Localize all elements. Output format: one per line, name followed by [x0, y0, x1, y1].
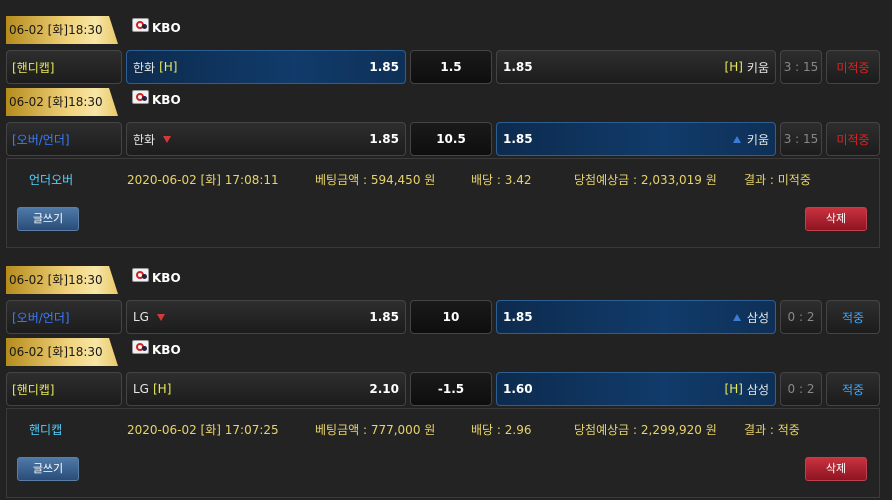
- summary-amount: 베팅금액 : 594,450 원: [315, 173, 436, 187]
- match-date: 06-02 [화]18:30: [6, 16, 118, 44]
- league-name: KBO: [152, 343, 181, 357]
- home-team-name: 한화: [133, 60, 156, 75]
- home-handicap-tag: [H]: [152, 382, 172, 396]
- result-badge: 적중: [826, 372, 880, 406]
- summary-expected: 당첨예상금 : 2,033,019 원: [574, 173, 717, 187]
- home-odds: 1.85: [369, 60, 399, 74]
- away-team: [H] 삼성: [725, 381, 769, 398]
- total-line: 10.5: [410, 122, 492, 156]
- bet-row: [오버/언더] LG 1.85 10 1.85 삼성 0 : 2 적중: [0, 300, 892, 334]
- league-label: KBO: [132, 340, 181, 358]
- summary-rate: 배당 : 3.42: [471, 173, 532, 187]
- away-odds: 1.85: [503, 310, 533, 324]
- away-odds: 1.60: [503, 382, 533, 396]
- league-label: KBO: [132, 18, 181, 36]
- home-team: 한화: [133, 131, 172, 148]
- away-selection[interactable]: 1.60 [H] 삼성: [496, 372, 776, 406]
- summary-rate: 배당 : 2.96: [471, 423, 532, 437]
- summary-bet-type: 핸디캡: [29, 423, 63, 437]
- result-badge: 미적중: [826, 122, 880, 156]
- delete-button[interactable]: 삭제: [805, 457, 867, 481]
- away-selection[interactable]: 1.85 키움: [496, 122, 776, 156]
- away-team: [H] 키움: [725, 59, 769, 76]
- bet-type: [오버/언더]: [6, 122, 122, 156]
- away-handicap-tag: [H]: [724, 382, 743, 396]
- home-team-name: LG: [133, 310, 149, 324]
- final-score: 3 : 15: [780, 122, 822, 156]
- home-selection[interactable]: LG [H] 2.10: [126, 372, 406, 406]
- home-team-name: 한화: [133, 132, 156, 147]
- home-team: 한화 [H]: [133, 59, 177, 76]
- bet-type: [핸디캡]: [6, 50, 122, 84]
- away-team: 삼성: [732, 309, 769, 326]
- arrow-down-icon: [156, 313, 165, 321]
- summary-result: 결과 : 적중: [744, 423, 800, 437]
- arrow-up-icon: [732, 313, 741, 321]
- summary-line: 핸디캡 2020-06-02 [화] 17:07:25 베팅금액 : 777,0…: [7, 421, 879, 437]
- kbo-league-icon: [132, 268, 149, 282]
- match-date: 06-02 [화]18:30: [6, 266, 118, 294]
- away-team-name: 삼성: [746, 382, 769, 397]
- away-selection[interactable]: 1.85 삼성: [496, 300, 776, 334]
- league-name: KBO: [152, 271, 181, 285]
- write-button[interactable]: 글쓰기: [17, 457, 79, 481]
- write-button[interactable]: 글쓰기: [17, 207, 79, 231]
- summary-line: 언더오버 2020-06-02 [화] 17:08:11 베팅금액 : 594,…: [7, 171, 879, 187]
- match-date: 06-02 [화]18:30: [6, 338, 118, 366]
- home-selection[interactable]: 한화 [H] 1.85: [126, 50, 406, 84]
- league-label: KBO: [132, 268, 181, 286]
- summary-bet-type: 언더오버: [29, 173, 74, 187]
- bet-row: [오버/언더] 한화 1.85 10.5 1.85 키움 3 : 15 미적중: [0, 122, 892, 156]
- slip-summary: 핸디캡 2020-06-02 [화] 17:07:25 베팅금액 : 777,0…: [6, 408, 880, 498]
- slip-summary: 언더오버 2020-06-02 [화] 17:08:11 베팅금액 : 594,…: [6, 158, 880, 248]
- home-odds: 1.85: [369, 132, 399, 146]
- away-selection[interactable]: 1.85 [H] 키움: [496, 50, 776, 84]
- summary-datetime: 2020-06-02 [화] 17:07:25: [127, 423, 279, 437]
- final-score: 0 : 2: [780, 372, 822, 406]
- away-odds: 1.85: [503, 132, 533, 146]
- final-score: 3 : 15: [780, 50, 822, 84]
- home-team: LG: [133, 310, 165, 324]
- handicap-line: 1.5: [410, 50, 492, 84]
- league-name: KBO: [152, 21, 181, 35]
- bet-type: [핸디캡]: [6, 372, 122, 406]
- summary-amount: 베팅금액 : 777,000 원: [315, 423, 436, 437]
- kbo-league-icon: [132, 18, 149, 32]
- delete-button[interactable]: 삭제: [805, 207, 867, 231]
- league-label: KBO: [132, 90, 181, 108]
- bet-history-page: 06-02 [화]18:30 KBO [핸디캡] 한화 [H] 1.85 1.5…: [0, 0, 892, 500]
- arrow-up-icon: [732, 135, 741, 143]
- away-team: 키움: [732, 131, 769, 148]
- away-team-name: 삼성: [746, 310, 769, 325]
- home-team-name: LG: [133, 382, 149, 396]
- summary-expected: 당첨예상금 : 2,299,920 원: [574, 423, 717, 437]
- kbo-league-icon: [132, 340, 149, 354]
- handicap-line: -1.5: [410, 372, 492, 406]
- total-line: 10: [410, 300, 492, 334]
- home-team: LG [H]: [133, 382, 171, 396]
- away-team-name: 키움: [746, 60, 769, 75]
- result-badge: 미적중: [826, 50, 880, 84]
- away-odds: 1.85: [503, 60, 533, 74]
- bet-row: [핸디캡] LG [H] 2.10 -1.5 1.60 [H] 삼성 0 : 2…: [0, 372, 892, 406]
- away-handicap-tag: [H]: [724, 60, 743, 74]
- final-score: 0 : 2: [780, 300, 822, 334]
- match-date: 06-02 [화]18:30: [6, 88, 118, 116]
- result-badge: 적중: [826, 300, 880, 334]
- summary-result: 결과 : 미적중: [744, 173, 811, 187]
- home-odds: 2.10: [369, 382, 399, 396]
- summary-datetime: 2020-06-02 [화] 17:08:11: [127, 173, 279, 187]
- bet-row: [핸디캡] 한화 [H] 1.85 1.5 1.85 [H] 키움 3 : 15…: [0, 50, 892, 84]
- home-handicap-tag: [H]: [159, 60, 178, 74]
- home-selection[interactable]: LG 1.85: [126, 300, 406, 334]
- away-team-name: 키움: [746, 132, 769, 147]
- league-name: KBO: [152, 93, 181, 107]
- kbo-league-icon: [132, 90, 149, 104]
- bet-type: [오버/언더]: [6, 300, 122, 334]
- home-odds: 1.85: [369, 310, 399, 324]
- home-selection[interactable]: 한화 1.85: [126, 122, 406, 156]
- arrow-down-icon: [163, 135, 172, 143]
